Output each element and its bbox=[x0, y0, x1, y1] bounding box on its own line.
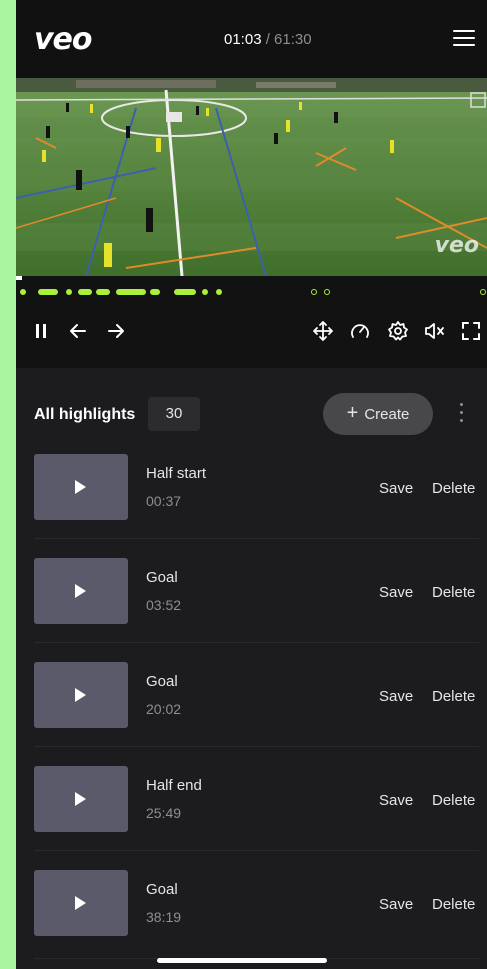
highlight-name: Half start bbox=[146, 465, 207, 482]
row-divider bbox=[34, 746, 479, 747]
timeline-marker[interactable] bbox=[78, 289, 92, 295]
timeline-marker[interactable] bbox=[96, 289, 110, 295]
timeline-marker[interactable] bbox=[480, 289, 486, 295]
row-divider bbox=[34, 850, 479, 851]
back-arrow-icon[interactable] bbox=[68, 320, 88, 342]
delete-button[interactable]: Delete bbox=[432, 584, 475, 601]
play-icon bbox=[75, 688, 86, 702]
veo-logo: veo bbox=[34, 22, 93, 57]
player-controls bbox=[16, 302, 487, 368]
timeline-marker[interactable] bbox=[174, 289, 196, 295]
save-button[interactable]: Save bbox=[379, 480, 413, 497]
timeline-marker[interactable] bbox=[20, 289, 26, 295]
timeline-marker[interactable] bbox=[311, 289, 317, 295]
highlight-thumbnail[interactable] bbox=[34, 454, 128, 520]
highlight-thumbnail[interactable] bbox=[34, 558, 128, 624]
speed-icon[interactable] bbox=[349, 320, 371, 342]
highlight-time: 20:02 bbox=[146, 701, 182, 717]
pause-icon[interactable] bbox=[34, 320, 50, 342]
highlight-thumbnail[interactable] bbox=[34, 870, 128, 936]
row-divider bbox=[34, 642, 479, 643]
top-bar: veo 01:03 / 61:30 bbox=[16, 0, 487, 78]
play-icon bbox=[75, 896, 86, 910]
create-highlight-button[interactable]: + Create bbox=[323, 393, 433, 435]
timeline-marker[interactable] bbox=[216, 289, 222, 295]
save-button[interactable]: Save bbox=[379, 896, 413, 913]
timeline-marker[interactable] bbox=[38, 289, 58, 295]
highlight-name: Half end bbox=[146, 777, 202, 794]
play-icon bbox=[75, 480, 86, 494]
delete-button[interactable]: Delete bbox=[432, 480, 475, 497]
timeline-marker[interactable] bbox=[202, 289, 208, 295]
home-indicator[interactable] bbox=[157, 958, 327, 963]
fullscreen-icon[interactable] bbox=[460, 320, 482, 342]
highlight-time: 03:52 bbox=[146, 597, 182, 613]
row-divider bbox=[34, 538, 479, 539]
highlight-time: 00:37 bbox=[146, 493, 182, 509]
timeline-marker[interactable] bbox=[66, 289, 72, 295]
video-player[interactable]: veo bbox=[16, 78, 487, 276]
highlight-thumbnail[interactable] bbox=[34, 766, 128, 832]
delete-button[interactable]: Delete bbox=[432, 896, 475, 913]
playback-time: 01:03 / 61:30 bbox=[224, 31, 312, 48]
highlight-row: Goal 03:52 Save Delete bbox=[16, 558, 487, 662]
plus-icon: + bbox=[346, 402, 359, 424]
create-label: Create bbox=[364, 405, 410, 423]
highlight-row: Goal 38:19 Save Delete bbox=[16, 870, 487, 969]
highlight-thumbnail[interactable] bbox=[34, 662, 128, 728]
play-icon bbox=[75, 792, 86, 806]
highlight-time: 38:19 bbox=[146, 909, 182, 925]
more-options-icon[interactable] bbox=[458, 403, 464, 425]
hamburger-menu-icon[interactable] bbox=[453, 30, 475, 48]
current-time: 01:03 bbox=[224, 31, 262, 48]
delete-button[interactable]: Delete bbox=[432, 792, 475, 809]
timeline-marker[interactable] bbox=[116, 289, 146, 295]
highlight-name: Goal bbox=[146, 673, 178, 690]
save-button[interactable]: Save bbox=[379, 688, 413, 705]
save-button[interactable]: Save bbox=[379, 584, 413, 601]
playhead[interactable] bbox=[16, 276, 22, 280]
forward-arrow-icon[interactable] bbox=[106, 320, 126, 342]
settings-icon[interactable] bbox=[387, 320, 409, 342]
mute-icon[interactable] bbox=[423, 320, 447, 342]
delete-button[interactable]: Delete bbox=[432, 688, 475, 705]
highlights-count-badge: 30 bbox=[148, 397, 200, 431]
highlight-row: Half end 25:49 Save Delete bbox=[16, 766, 487, 870]
video-frame bbox=[16, 78, 487, 276]
play-icon bbox=[75, 584, 86, 598]
save-button[interactable]: Save bbox=[379, 792, 413, 809]
total-time: / 61:30 bbox=[261, 31, 312, 48]
highlight-name: Goal bbox=[146, 881, 178, 898]
video-watermark: veo bbox=[434, 233, 479, 258]
app-window: veo 01:03 / 61:30 veo All highlights 30 … bbox=[16, 0, 487, 969]
highlight-time: 25:49 bbox=[146, 805, 182, 821]
move-icon[interactable] bbox=[312, 320, 334, 342]
highlight-row: Goal 20:02 Save Delete bbox=[16, 662, 487, 766]
highlight-row: Half start 00:37 Save Delete bbox=[16, 454, 487, 558]
timeline-marker[interactable] bbox=[150, 289, 160, 295]
timeline-marker[interactable] bbox=[324, 289, 330, 295]
highlights-title: All highlights bbox=[34, 406, 136, 423]
highlight-name: Goal bbox=[146, 569, 178, 586]
highlights-timeline[interactable] bbox=[16, 276, 487, 302]
